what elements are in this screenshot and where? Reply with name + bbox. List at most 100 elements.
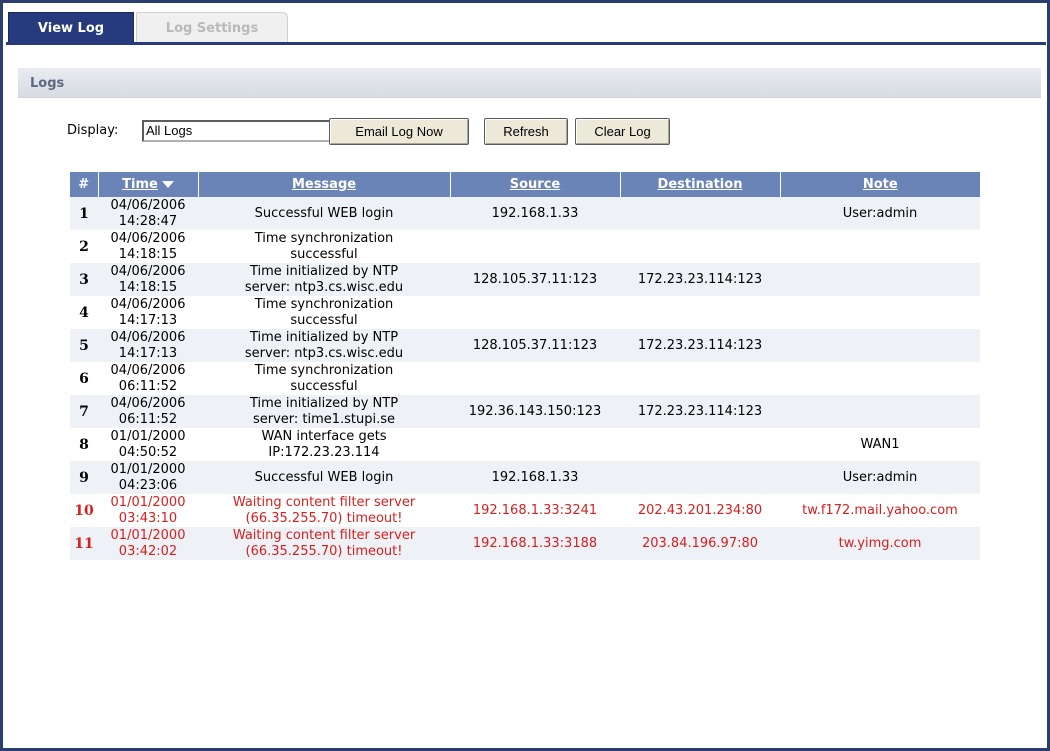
cell-time-text: 14:17:13 [118,345,178,361]
column-header-time[interactable]: Time [98,172,199,197]
cell-message: Time initialized by NTP server: time1.stu… [198,395,450,428]
cell-message-text: Time synchronization [254,362,394,378]
cell-time-text: 14:17:13 [118,312,178,328]
cell-number-text: 9 [79,469,89,486]
cell-message-text: successful [290,246,358,262]
cell-message: Successful WEB login [198,197,450,230]
cell-message-text: Time synchronization [254,296,394,312]
display-label: Display: [67,123,119,138]
cell-note: tw.yimg.com [780,527,980,560]
clear-log-button[interactable]: Clear Log [575,118,670,145]
cell-time: 01/01/2000 03:42:02 [98,527,198,560]
cell-source-text: 192.168.1.33 [491,205,579,221]
cell-destination [620,362,780,395]
cell-time: 01/01/2000 03:43:10 [98,494,198,527]
cell-note: tw.f172.mail.yahoo.com [780,494,980,527]
column-header-number: # [70,172,99,197]
cell-note [780,362,980,395]
cell-destination: 202.43.201.234:80 [620,494,780,527]
cell-source: 192.168.1.33:3188 [450,527,620,560]
cell-destination-text: 203.84.196.97:80 [641,535,759,551]
section-header [18,68,1041,98]
cell-number: 6 [70,362,98,395]
cell-message-text: Waiting content filter server [232,494,416,510]
column-header-note[interactable]: Note [780,172,980,197]
cell-source: 192.168.1.33:3241 [450,494,620,527]
cell-message: Waiting content filter server (66.35.255.… [198,527,450,560]
cell-source [450,362,620,395]
column-header-message[interactable]: Message [198,172,451,197]
cell-message-text: server: ntp3.cs.wisc.edu [244,345,404,361]
cell-note: User:admin [780,197,980,230]
cell-message: Time synchronization successful [198,362,450,395]
table-row: 3 04/06/2006 14:18:15 Time initialized by N… [70,263,980,296]
cell-time: 01/01/2000 04:23:06 [98,461,198,494]
cell-number: 7 [70,395,98,428]
cell-message-text: Time initialized by NTP [249,395,399,411]
cell-time-text: 04:50:52 [118,444,178,460]
cell-message: Waiting content filter server (66.35.255.… [198,494,450,527]
cell-source [450,296,620,329]
cell-destination [620,230,780,263]
cell-time: 04/06/2006 14:17:13 [98,329,198,362]
log-table-body: 1 04/06/2006 14:28:47 Successful WEB login 1… [70,197,980,560]
refresh-button[interactable]: Refresh [484,118,568,145]
cell-time-text: 06:11:52 [118,411,178,427]
cell-message: Time synchronization successful [198,230,450,263]
log-table: # Time Message Source Destination Note 1… [70,172,980,560]
cell-number-text: 7 [79,403,89,420]
cell-time-text: 14:18:15 [118,246,178,262]
cell-number: 4 [70,296,98,329]
tab-log-settings[interactable]: Log Settings [136,12,288,43]
cell-note [780,263,980,296]
display-select-value: All Logs [146,123,193,138]
cell-number-text: 10 [74,502,94,519]
cell-time-text: 03:42:02 [118,543,178,559]
tab-view-log[interactable]: View Log [8,12,134,43]
cell-time-text: 04/06/2006 [110,296,186,312]
cell-destination [620,428,780,461]
table-row: 1 04/06/2006 14:28:47 Successful WEB login 1… [70,197,980,230]
cell-destination [620,296,780,329]
cell-source-text: 128.105.37.11:123 [472,337,598,353]
cell-message-text: Time synchronization [254,230,394,246]
cell-time-text: 14:28:47 [118,213,178,229]
cell-destination: 172.23.23.114:123 [620,263,780,296]
cell-time-text: 04:23:06 [118,477,178,493]
cell-number-text: 8 [79,436,89,453]
cell-number-text: 1 [79,205,89,222]
table-row: 8 01/01/2000 04:50:52 WAN interface gets IP:… [70,428,980,461]
cell-message-text: (66.35.255.70) timeout! [245,510,403,526]
cell-time: 04/06/2006 14:18:15 [98,263,198,296]
cell-source-text: 192.168.1.33:3188 [472,535,598,551]
cell-source-text: 192.36.143.150:123 [468,403,602,419]
log-table-header: # Time Message Source Destination Note [70,172,980,197]
cell-note-text: User:admin [842,205,918,221]
cell-number: 9 [70,461,98,494]
cell-destination: 172.23.23.114:123 [620,395,780,428]
cell-note [780,230,980,263]
column-header-source[interactable]: Source [450,172,621,197]
cell-message-text: Successful WEB login [254,469,394,485]
email-log-now-button[interactable]: Email Log Now [329,118,469,145]
cell-note [780,296,980,329]
table-row: 11 01/01/2000 03:42:02 Waiting content filt… [70,527,980,560]
cell-message-text: Successful WEB login [254,205,394,221]
cell-time-text: 01/01/2000 [110,461,186,477]
cell-time: 04/06/2006 14:18:15 [98,230,198,263]
cell-time-text: 04/06/2006 [110,362,186,378]
cell-source: 192.168.1.33 [450,197,620,230]
cell-destination-text: 172.23.23.114:123 [637,337,763,353]
cell-number-text: 4 [79,304,89,321]
column-header-destination[interactable]: Destination [620,172,781,197]
cell-destination-text: 202.43.201.234:80 [637,502,763,518]
cell-message-text: Time initialized by NTP [249,263,399,279]
cell-time: 04/06/2006 06:11:52 [98,395,198,428]
cell-source: 192.168.1.33 [450,461,620,494]
cell-source: 128.105.37.11:123 [450,329,620,362]
cell-message-text: IP:172.23.23.114 [268,444,380,460]
cell-number: 2 [70,230,98,263]
table-row: 4 04/06/2006 14:17:13 Time synchronization s… [70,296,980,329]
cell-message-text: server: time1.stupi.se [252,411,396,427]
cell-message: Time synchronization successful [198,296,450,329]
